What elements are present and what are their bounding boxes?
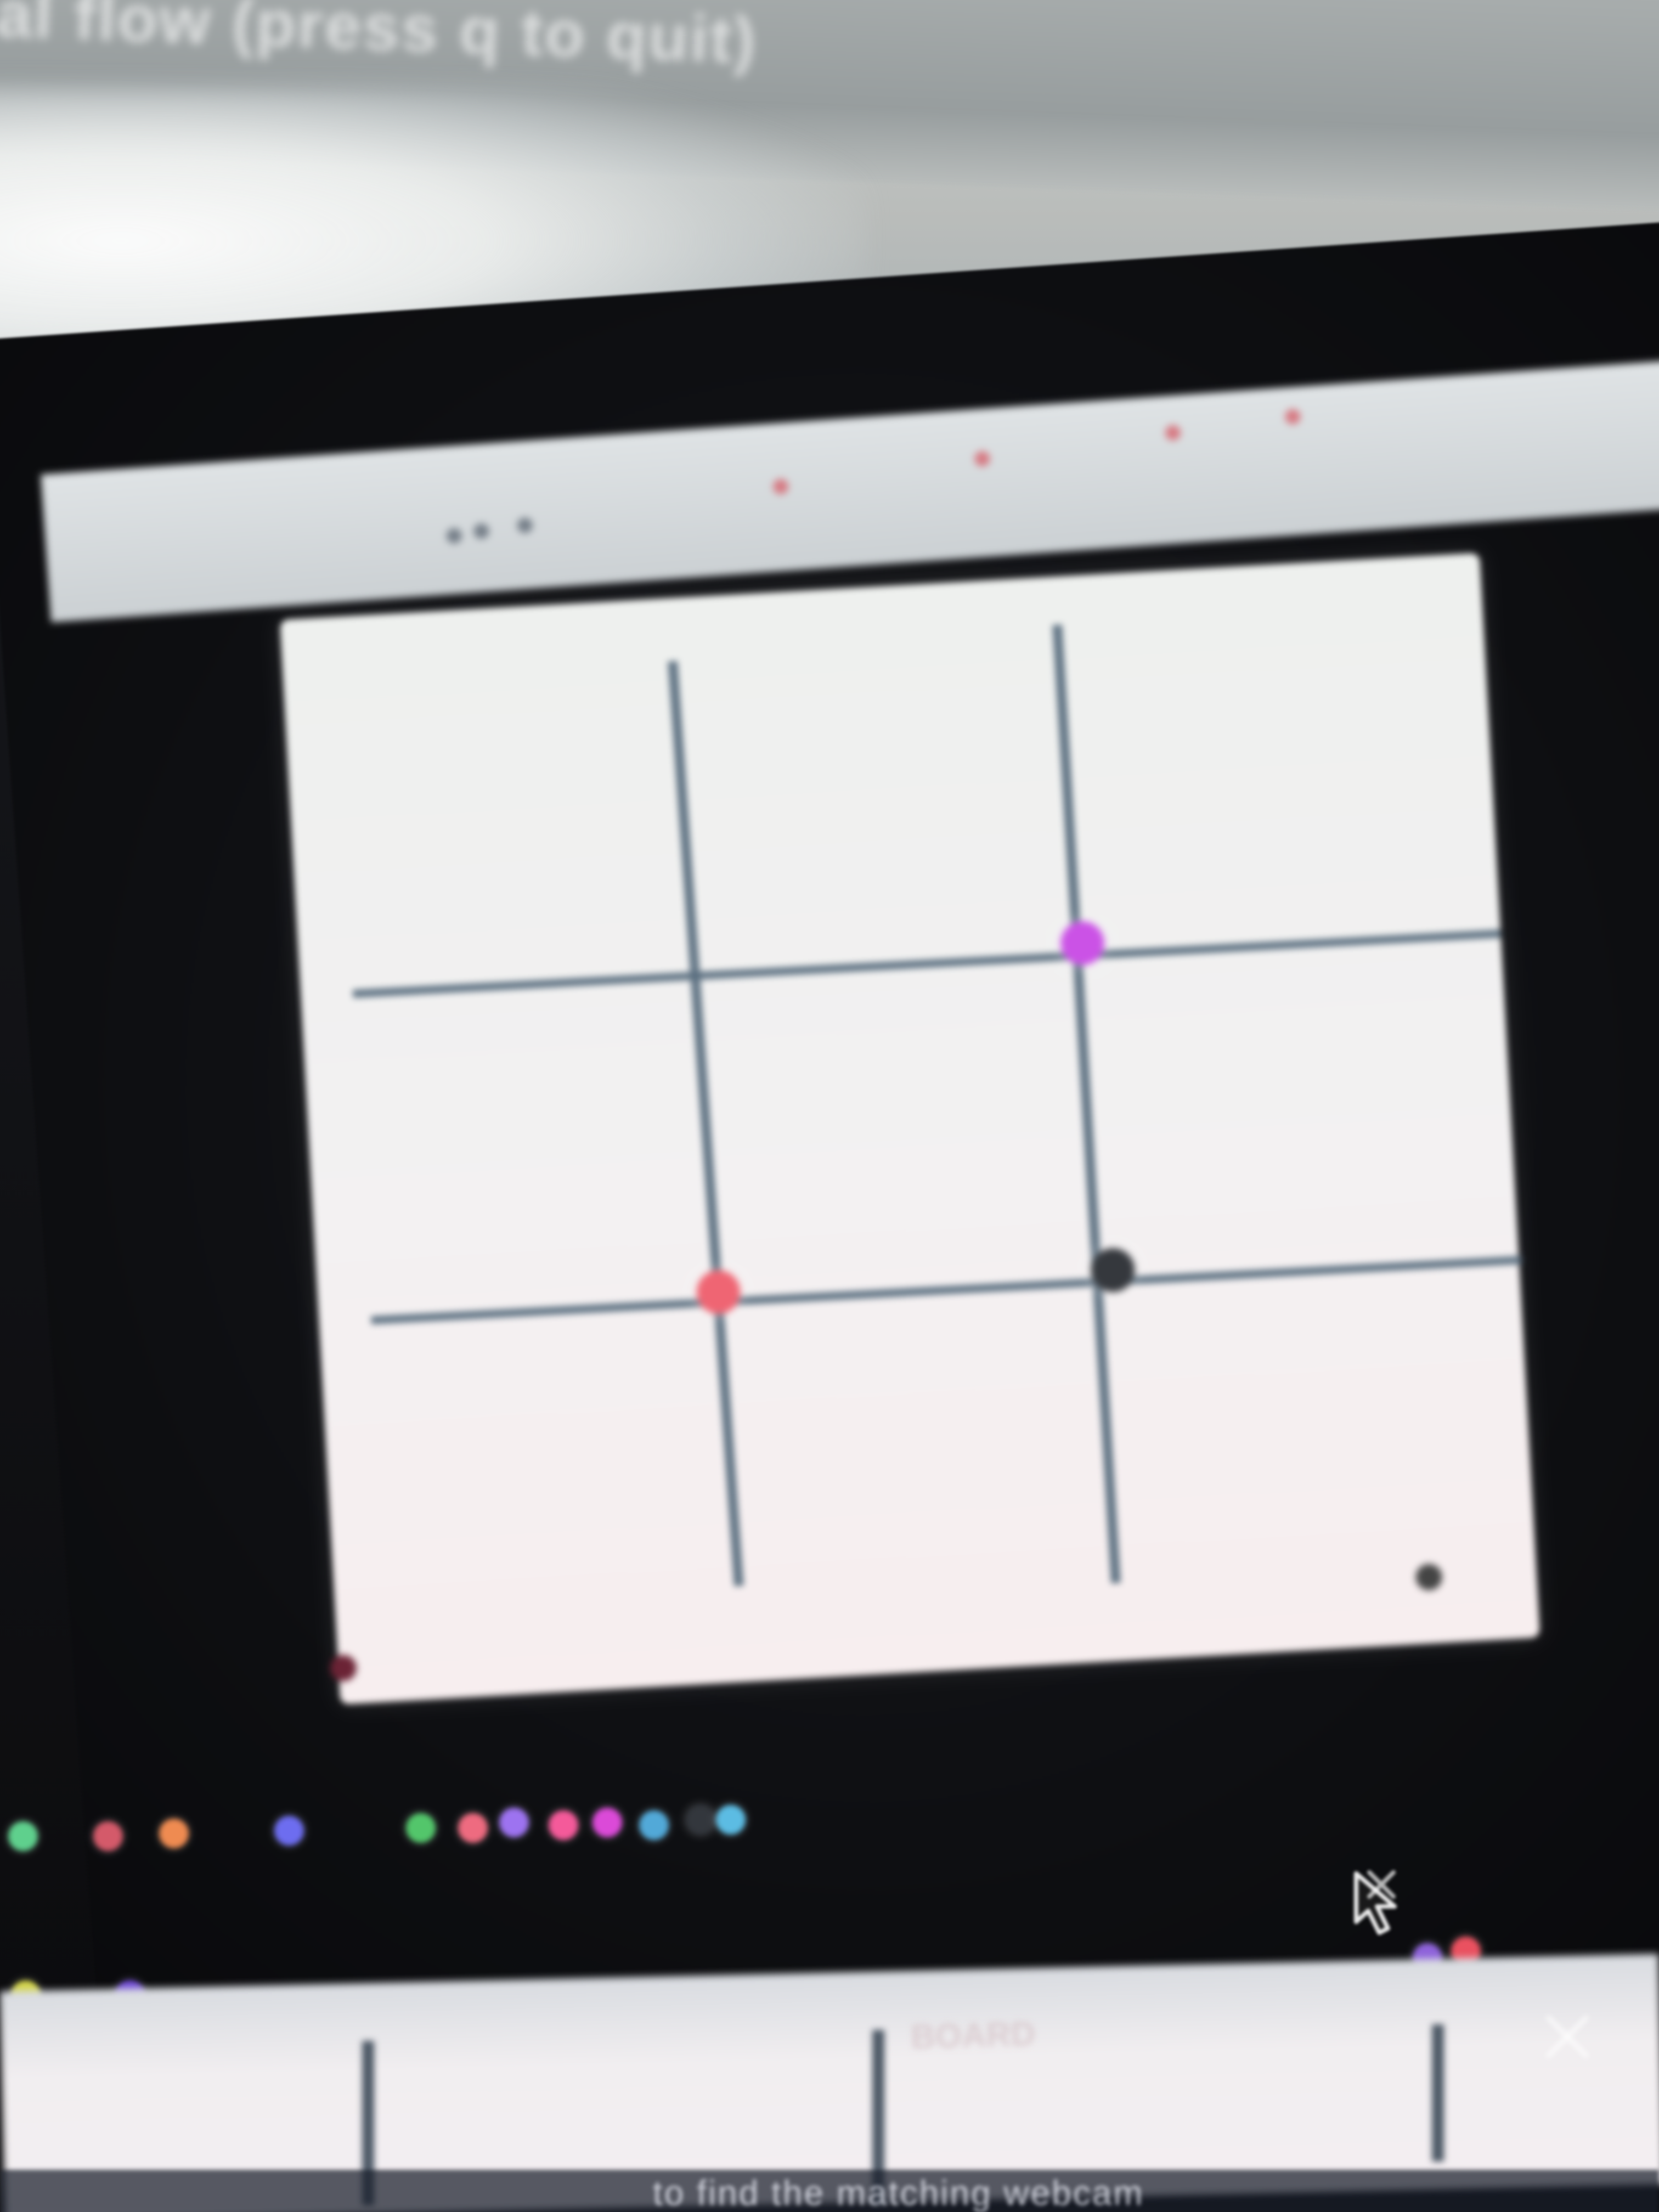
marker-dot bbox=[549, 1810, 578, 1840]
marker-dot bbox=[639, 1810, 669, 1840]
marker-dot bbox=[159, 1819, 189, 1848]
marker-dot bbox=[686, 1805, 715, 1835]
marker-dot bbox=[592, 1808, 622, 1837]
corner-marker bbox=[1415, 1563, 1443, 1592]
toolbar-dot bbox=[1165, 424, 1181, 441]
mouse-pointer-icon bbox=[1350, 1868, 1410, 1939]
vertical-grid-line bbox=[668, 661, 744, 1587]
red-marker bbox=[695, 1269, 742, 1316]
vertical-grid-line bbox=[1052, 624, 1121, 1584]
marker-dot bbox=[8, 1821, 38, 1851]
camera-photo: cal flow (press q to quit) BOARD to find… bbox=[0, 0, 1659, 2212]
marker-dot bbox=[499, 1808, 529, 1837]
subtitle-text: to find the matching webcam bbox=[653, 2173, 1144, 2212]
grid-canvas bbox=[280, 552, 1541, 1705]
close-icon[interactable] bbox=[1539, 2008, 1596, 2066]
board-caption: BOARD bbox=[910, 2015, 1036, 2056]
toolbar-dot bbox=[516, 517, 533, 534]
status-area bbox=[0, 1739, 768, 1821]
toolbar-dot bbox=[445, 527, 462, 544]
marker-dot bbox=[458, 1813, 488, 1843]
toolbar-dot bbox=[974, 450, 991, 467]
vertical-bar bbox=[1432, 2024, 1444, 2162]
colored-marker-row bbox=[0, 1805, 768, 1854]
marker-dot bbox=[274, 1816, 304, 1846]
status-line bbox=[66, 1756, 779, 1778]
toolbar-dot bbox=[1284, 408, 1301, 425]
horizontal-grid-line bbox=[352, 929, 1501, 998]
window-title: cal flow (press q to quit) bbox=[0, 0, 759, 78]
marker-dot bbox=[93, 1821, 123, 1851]
horizontal-grid-line bbox=[371, 1256, 1522, 1325]
marker-dot bbox=[716, 1805, 746, 1835]
toolbar-dot bbox=[772, 478, 789, 495]
toolbar-dot bbox=[473, 523, 490, 540]
marker-dot bbox=[406, 1813, 436, 1843]
